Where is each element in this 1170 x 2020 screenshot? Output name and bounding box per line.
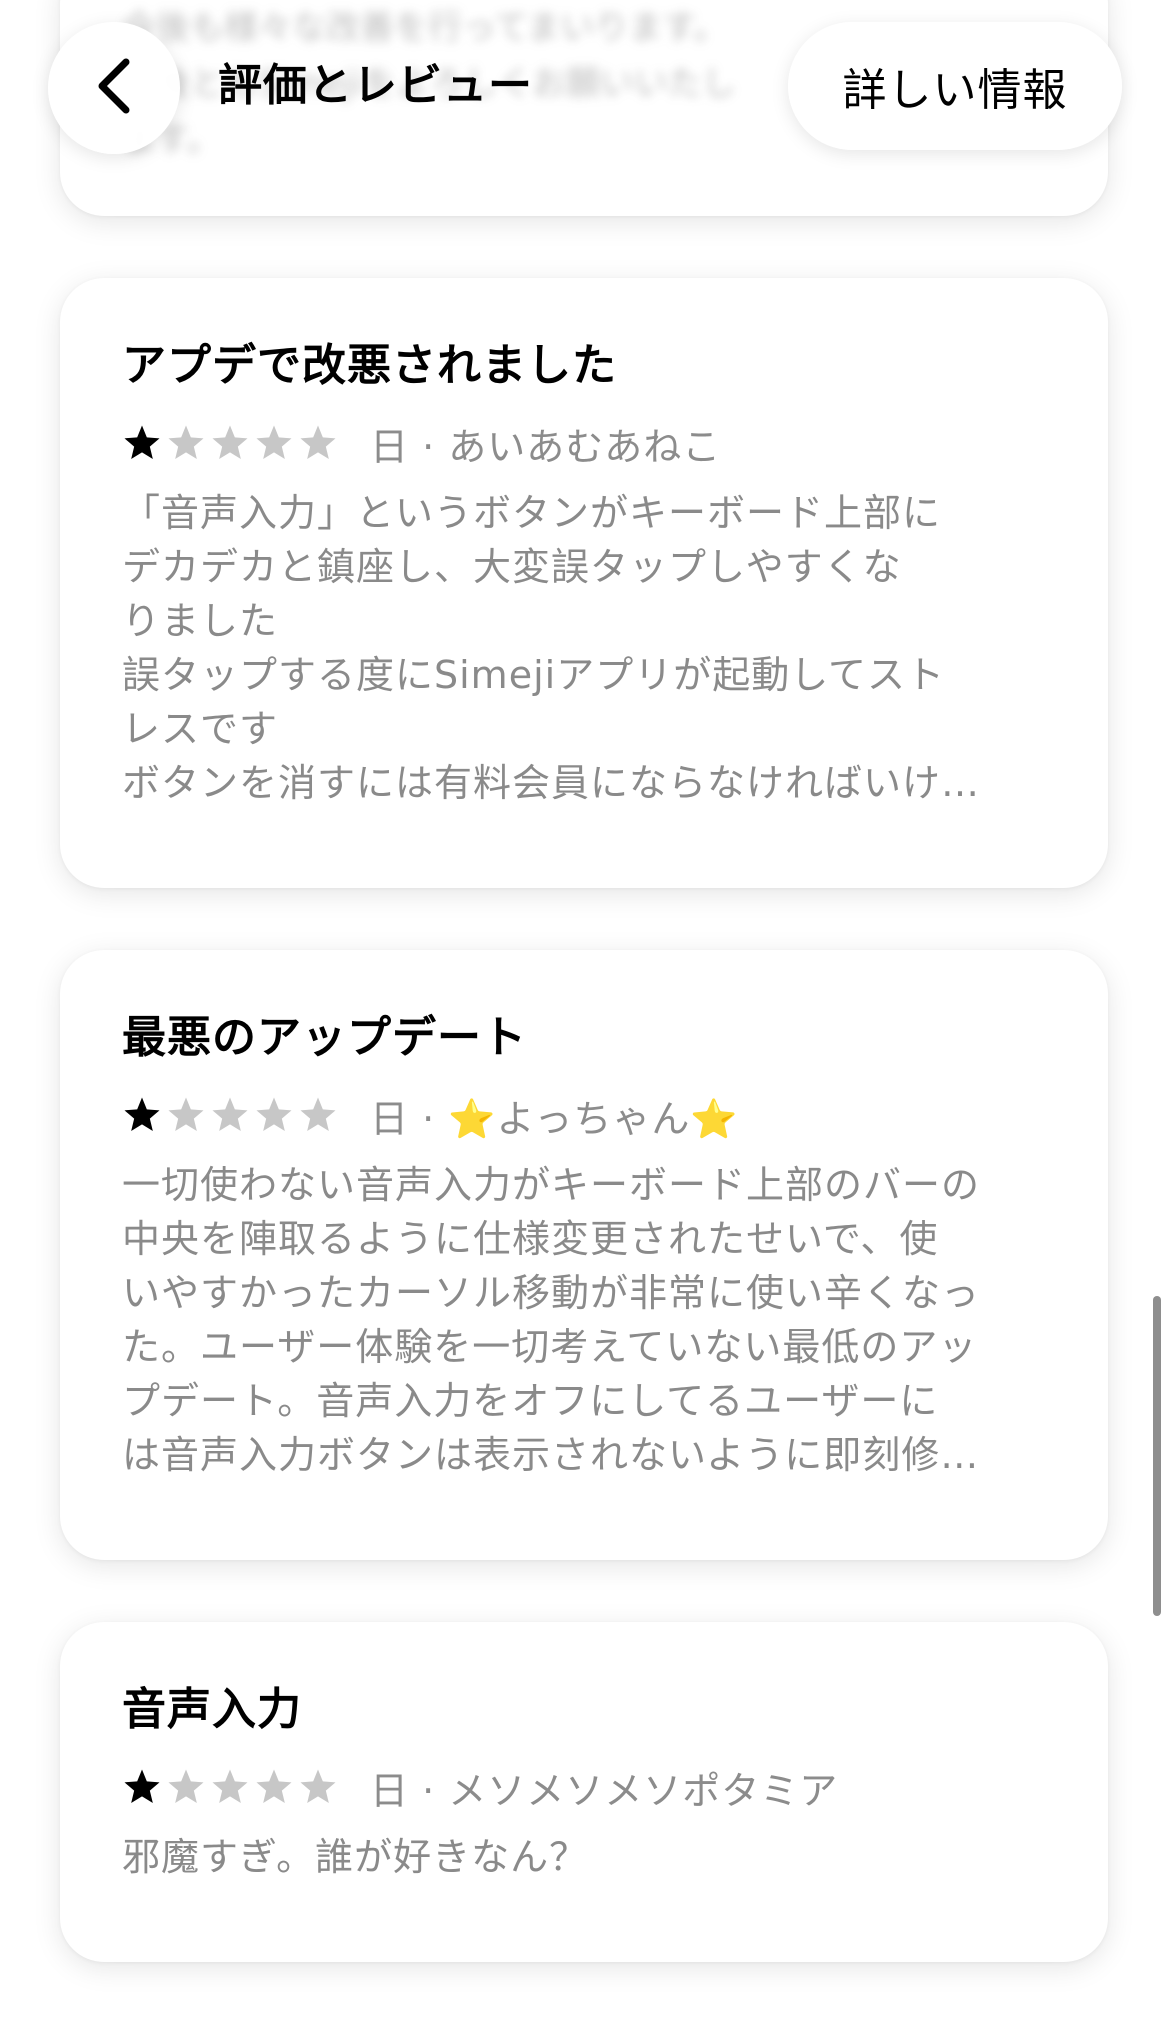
star-empty-icon [300,1769,336,1803]
review-body-line: た。ユーザー体験を一切考えていない最低のアッ [122,1325,978,1369]
scrollbar[interactable] [1153,1296,1161,1616]
star-empty-icon [300,425,336,459]
review-body: 邪魔すぎ。誰が好きなん？ [122,1830,1048,1884]
star-rating [122,1767,342,1807]
review-card[interactable]: 音声入力 日 · メソメソメソポタミア 邪魔すぎ。誰が好きなん？ [60,1622,1108,1962]
page-title: 評価とレビュー [218,60,533,111]
review-body-line: 「音声入力」というボタンがキーボード上部に [122,491,942,535]
chevron-left-icon [92,56,136,120]
review-body-line: りました [122,599,279,643]
star-empty-icon [212,425,248,459]
review-body-line: 中央を陣取るように仕様変更されたせいで、使 [122,1217,939,1261]
review-body-line: は音声入力ボタンは表示されないように即刻修… [122,1433,980,1477]
star-empty-icon [256,425,292,459]
more-info-button[interactable]: 詳しい情報 [788,22,1122,150]
review-body: 一切使わない音声入力がキーボード上部のバーの 中央を陣取るように仕様変更されたせ… [122,1158,1048,1482]
review-body: 「音声入力」というボタンがキーボード上部に デカデカと鎮座し、大変誤タップしやす… [122,486,1048,810]
review-date-author: 日 · メソメソメソポタミア [370,1768,839,1813]
star-empty-icon [168,1769,204,1803]
review-date-author: 日 · あいあむあねこ [370,424,722,469]
review-body-line: デカデカと鎮座し、大変誤タップしやすくな [122,545,902,589]
review-body-line: いやすかったカーソル移動が非常に使い辛くなっ [122,1271,981,1315]
review-title: 音声入力 [122,1684,302,1735]
review-body-line: 誤タップする度にSimejiアプリが起動してスト [122,653,946,697]
star-empty-icon [168,1097,204,1131]
review-body-line: ボタンを消すには有料会員にならなければいけ… [122,761,981,805]
review-body-line: 邪魔すぎ。誰が好きなん？ [122,1835,589,1879]
review-body-line: プデート。音声入力をオフにしてるユーザーに [122,1379,939,1423]
review-card[interactable]: 最悪のアップデート 日 · ⭐よっちゃん⭐ 一切使わない音声入力がキーボード上部… [60,950,1108,1560]
star-empty-icon [300,1097,336,1131]
star-rating [122,423,342,463]
review-meta: 日 · あいあむあねこ [122,418,1048,469]
star-empty-icon [256,1769,292,1803]
review-date-author: 日 · ⭐よっちゃん⭐ [370,1096,739,1141]
star-empty-icon [212,1097,248,1131]
star-filled-icon [124,1097,160,1131]
star-filled-icon [124,1769,160,1803]
review-title: 最悪のアップデート [122,1012,527,1063]
review-meta: 日 · ⭐よっちゃん⭐ [122,1090,1048,1141]
review-title: アプデで改悪されました [122,340,617,391]
review-card[interactable]: アプデで改悪されました 日 · あいあむあねこ 「音声入力」というボタンがキーボ… [60,278,1108,888]
back-button[interactable] [48,22,180,154]
star-rating [122,1095,342,1135]
star-empty-icon [256,1097,292,1131]
review-body-line: レスです [122,707,279,751]
star-empty-icon [168,425,204,459]
star-filled-icon [124,425,160,459]
star-empty-icon [212,1769,248,1803]
review-body-line: 一切使わない音声入力がキーボード上部のバーの [122,1163,981,1207]
review-meta: 日 · メソメソメソポタミア [122,1762,1048,1813]
